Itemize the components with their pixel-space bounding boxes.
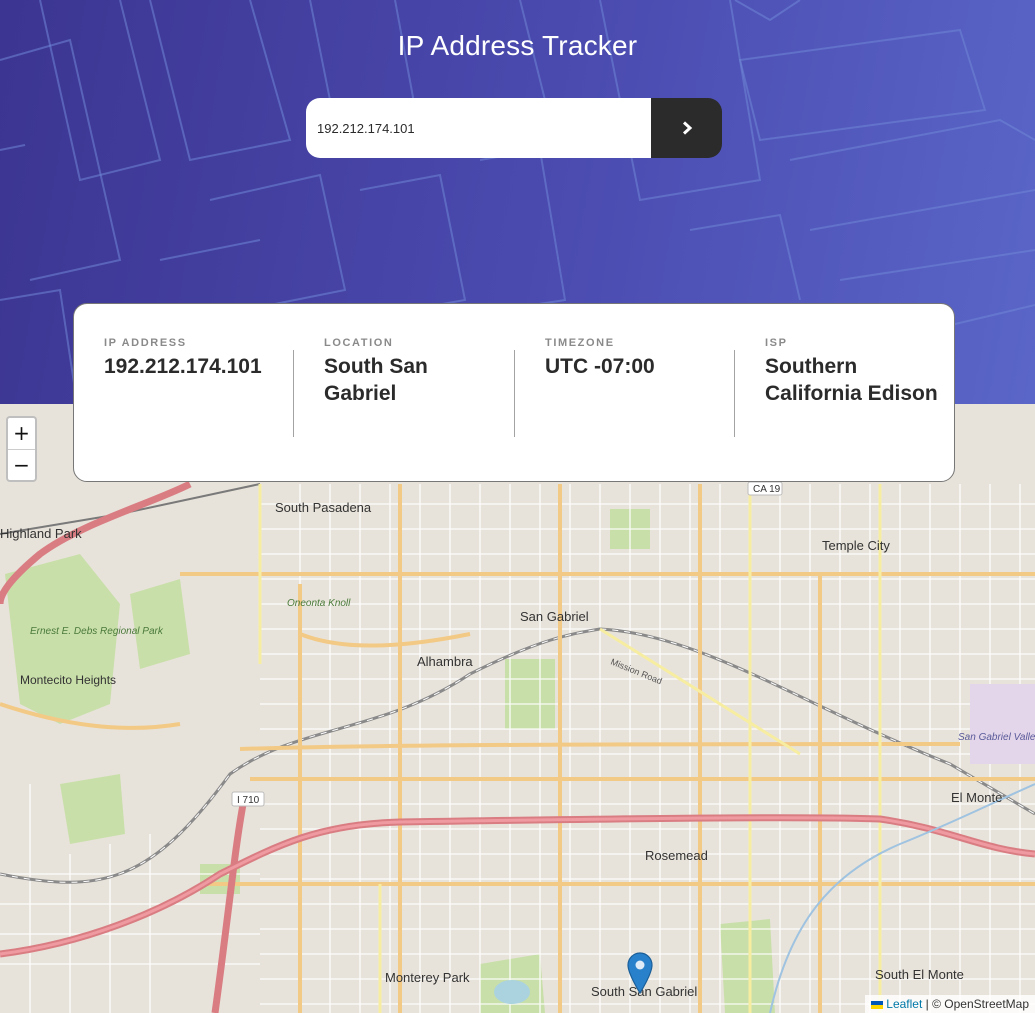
- attribution-separator: | ©: [922, 997, 945, 1011]
- place-monterey-park: Monterey Park: [385, 970, 470, 985]
- ip-info-card: IP ADDRESS 192.212.174.101 LOCATION Sout…: [73, 303, 955, 482]
- location-value: South San Gabriel: [324, 355, 428, 405]
- ip-address-value: 192.212.174.101: [104, 355, 262, 378]
- osm-link[interactable]: OpenStreetMap: [944, 997, 1029, 1011]
- divider: [293, 350, 294, 437]
- place-highland-park: Highland Park: [0, 526, 82, 541]
- zoom-controls: + −: [6, 416, 37, 482]
- place-rosemead: Rosemead: [645, 848, 708, 863]
- place-san-gabriel: San Gabriel: [520, 609, 589, 624]
- place-alhambra: Alhambra: [417, 654, 473, 669]
- location-label: LOCATION: [324, 337, 394, 349]
- flag-icon: [870, 1000, 883, 1009]
- place-south-el-monte: South El Monte: [875, 967, 964, 982]
- isp-label: ISP: [765, 337, 788, 349]
- isp-value: Southern California Edison: [765, 355, 938, 405]
- divider: [734, 350, 735, 437]
- chevron-right-icon: [682, 121, 692, 135]
- place-el-monte: El Monte: [951, 790, 1002, 805]
- location-marker-icon[interactable]: [627, 952, 653, 994]
- place-airport: San Gabriel Valley Airport: [958, 732, 1035, 743]
- shield-ca19: CA 19: [753, 484, 781, 495]
- timezone-value: UTC -07:00: [545, 355, 655, 378]
- map-view[interactable]: CA 19 I 710 South Pasadena Highland Park…: [0, 404, 1035, 1013]
- zoom-in-button[interactable]: +: [8, 418, 35, 450]
- shield-i710: I 710: [237, 795, 260, 806]
- leaflet-link[interactable]: Leaflet: [886, 997, 922, 1011]
- ip-address-section: IP ADDRESS 192.212.174.101: [104, 337, 294, 380]
- ip-address-label: IP ADDRESS: [104, 337, 187, 349]
- timezone-section: TIMEZONE UTC -07:00: [545, 337, 735, 380]
- location-section: LOCATION South San Gabriel: [324, 337, 514, 407]
- page-title: IP Address Tracker: [397, 30, 638, 61]
- timezone-label: TIMEZONE: [545, 337, 615, 349]
- zoom-out-button[interactable]: −: [8, 450, 35, 481]
- search-submit-button[interactable]: [651, 98, 722, 158]
- isp-section: ISP Southern California Edison: [765, 337, 955, 407]
- place-oneonta-knoll: Oneonta Knoll: [287, 598, 351, 609]
- place-montecito-heights: Montecito Heights: [20, 673, 116, 687]
- place-ernest-debs: Ernest E. Debs Regional Park: [30, 626, 164, 637]
- ip-search-input[interactable]: [306, 98, 651, 158]
- place-temple-city: Temple City: [822, 538, 890, 553]
- map-attribution: Leaflet | © OpenStreetMap: [864, 995, 1035, 1013]
- divider: [514, 350, 515, 437]
- map-tiles[interactable]: CA 19 I 710 South Pasadena Highland Park…: [0, 404, 1035, 1013]
- place-south-pasadena: South Pasadena: [275, 500, 372, 515]
- ip-search-form: [306, 98, 722, 158]
